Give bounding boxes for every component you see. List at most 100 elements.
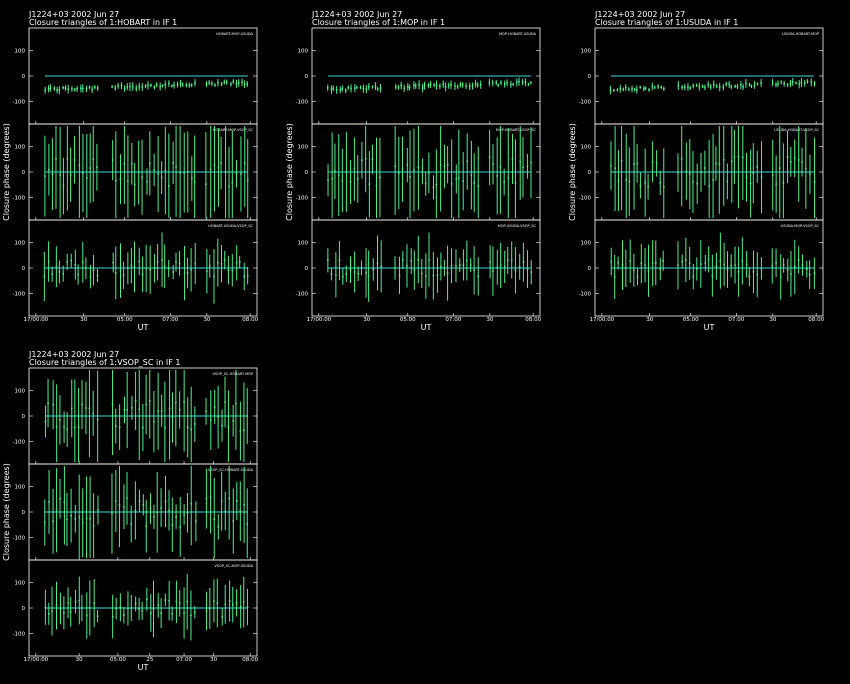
data-point: [227, 426, 230, 429]
data-point: [228, 600, 231, 602]
data-point: [745, 176, 748, 179]
data-point: [178, 409, 181, 411]
data-point: [76, 88, 78, 90]
data-point: [450, 183, 453, 185]
data-point: [227, 269, 230, 272]
data-point: [403, 87, 405, 90]
data-point: [92, 158, 95, 161]
data-point: [62, 185, 65, 187]
data-point: [231, 603, 234, 606]
data-point: [243, 162, 246, 164]
data-point: [150, 612, 152, 614]
data-point: [753, 84, 756, 86]
data-point: [622, 88, 625, 91]
x-tick-label: 30: [363, 317, 370, 323]
data-point: [376, 262, 379, 264]
data-point: [371, 86, 374, 88]
data-point: [80, 87, 82, 90]
data-point: [206, 270, 208, 273]
data-point: [217, 81, 219, 84]
data-point: [217, 525, 220, 528]
data-point: [428, 258, 430, 261]
data-point: [168, 407, 171, 410]
data-point: [450, 83, 452, 86]
data-point: [341, 179, 344, 182]
y-tick-label: 100: [298, 144, 309, 150]
data-point: [89, 607, 91, 609]
data-point: [47, 87, 50, 90]
data-point: [610, 164, 612, 167]
data-point: [510, 83, 512, 86]
y-tick-label: -100: [579, 292, 592, 298]
data-point: [657, 85, 659, 88]
data-point: [397, 86, 400, 89]
data-point: [243, 275, 246, 278]
data-point: [330, 273, 333, 275]
data-point: [66, 261, 69, 263]
data-point: [188, 84, 191, 86]
y-tick-label: -100: [579, 100, 592, 106]
data-point: [394, 165, 396, 167]
data-point: [495, 81, 498, 84]
data-point: [66, 157, 69, 160]
x-tick-label: 30: [646, 317, 653, 323]
data-point: [134, 400, 137, 402]
data-point: [427, 84, 430, 87]
data-point: [446, 163, 449, 166]
data-point: [350, 87, 352, 90]
data-point: [353, 271, 356, 273]
data-point: [345, 272, 348, 275]
data-point: [752, 271, 755, 273]
data-point: [186, 511, 189, 514]
data-point: [114, 87, 117, 89]
x-tick-label: 08:00: [242, 317, 258, 323]
data-point: [798, 83, 800, 85]
data-point: [55, 157, 57, 160]
data-point: [339, 88, 342, 91]
y-tick-label: -100: [579, 196, 592, 202]
data-point: [85, 88, 88, 90]
data-point: [131, 163, 133, 165]
data-point: [147, 84, 149, 87]
data-point: [208, 81, 210, 84]
chart-panel-4: J1224+03 2002 Jun 27Closure triangles of…: [2, 350, 259, 672]
data-point: [246, 274, 249, 277]
data-point: [497, 84, 499, 87]
data-point: [519, 160, 522, 163]
data-point: [153, 420, 155, 423]
data-point: [444, 85, 447, 88]
data-point: [492, 270, 494, 273]
data-point: [530, 161, 532, 164]
data-point: [70, 259, 73, 262]
data-point: [681, 260, 683, 263]
x-tick-label: 05:00: [110, 657, 126, 663]
data-point: [138, 608, 140, 611]
data-point: [160, 176, 163, 179]
data-point: [74, 600, 77, 603]
data-point: [707, 83, 710, 86]
data-point: [797, 259, 800, 261]
data-point: [243, 504, 245, 506]
data-point: [518, 265, 521, 268]
data-point: [471, 85, 474, 87]
data-point: [353, 168, 356, 170]
data-point: [417, 258, 420, 261]
data-point: [398, 172, 400, 174]
data-point: [220, 83, 223, 85]
data-point: [131, 85, 134, 88]
data-point: [194, 611, 196, 614]
subplot-3: 100 0 -100 HOBART-USUDA-VSOP_SC: [13, 219, 258, 317]
y-tick-label: 0: [22, 414, 26, 420]
data-point: [153, 515, 155, 518]
data-point: [620, 159, 623, 162]
data-point: [514, 269, 517, 272]
chart-subtitle: Closure triangles of 1:USUDA in IF 1: [595, 18, 738, 27]
data-point: [220, 500, 223, 502]
data-point: [418, 83, 420, 86]
data-point: [235, 402, 237, 405]
data-point: [662, 260, 664, 262]
data-point: [491, 82, 494, 84]
data-point: [456, 85, 459, 88]
data-point: [476, 84, 479, 86]
data-point: [55, 604, 58, 607]
